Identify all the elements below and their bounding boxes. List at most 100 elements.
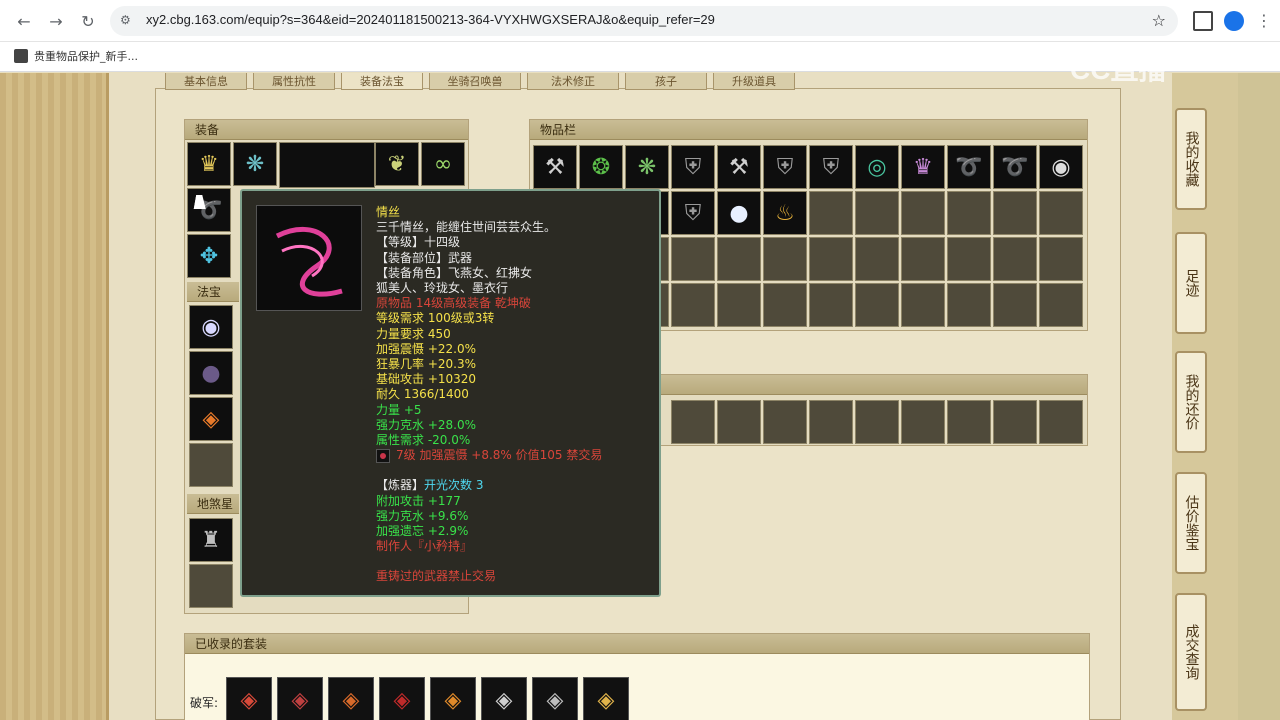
- inventory-slot[interactable]: ◉: [1039, 145, 1083, 189]
- fabao-slot-2[interactable]: ●: [189, 351, 233, 395]
- equip-slot-accessory[interactable]: ✥: [187, 234, 231, 278]
- equip-slot-hat[interactable]: ♛: [187, 142, 231, 186]
- equip-slot-shoes[interactable]: ∞: [421, 142, 465, 186]
- inventory-slot[interactable]: [855, 283, 899, 327]
- inventory-slot[interactable]: ⚒: [533, 145, 577, 189]
- forward-icon[interactable]: →: [44, 9, 68, 33]
- suit-item[interactable]: ◈: [277, 677, 323, 720]
- suit-item[interactable]: ◈: [430, 677, 476, 720]
- inventory-slot[interactable]: [901, 237, 945, 281]
- address-bar[interactable]: ⚙ xy2.cbg.163.com/equip?s=364&eid=202401…: [110, 6, 1178, 36]
- equipment-header: 装备: [185, 120, 468, 140]
- inventory-slot[interactable]: ⛨: [763, 145, 807, 189]
- tab-basic[interactable]: 基本信息: [165, 73, 247, 90]
- back-icon[interactable]: ←: [12, 9, 36, 33]
- bookmark-star-icon[interactable]: ☆: [1152, 11, 1166, 30]
- suit-item[interactable]: ◈: [481, 677, 527, 720]
- equip-slot-necklace[interactable]: ❋: [233, 142, 277, 186]
- reload-icon[interactable]: ↻: [76, 9, 100, 33]
- inventory-slot[interactable]: [901, 191, 945, 235]
- inventory-slot[interactable]: [763, 283, 807, 327]
- profile-avatar[interactable]: [1224, 11, 1244, 31]
- inventory-slot[interactable]: ♛: [901, 145, 945, 189]
- nav-appraisal[interactable]: 估价鉴宝: [1175, 472, 1207, 574]
- inventory-slot[interactable]: [671, 283, 715, 327]
- inventory-slot[interactable]: [901, 283, 945, 327]
- tab-mounts[interactable]: 坐骑召唤兽: [429, 73, 521, 90]
- warehouse-slot[interactable]: [947, 400, 991, 444]
- item-roles-2: 狐美人、玲珑女、墨衣行: [376, 281, 509, 296]
- tab-upgrade-items[interactable]: 升级道具: [713, 73, 795, 90]
- nav-footprints[interactable]: 足迹: [1175, 232, 1207, 334]
- side-panel-icon[interactable]: [1193, 11, 1213, 31]
- helmet-icon: ⛨: [776, 154, 794, 180]
- warehouse-slot[interactable]: [809, 400, 853, 444]
- inventory-slot[interactable]: [763, 237, 807, 281]
- bookmark-item[interactable]: 贵重物品保护_新手...: [14, 48, 138, 64]
- inventory-slot[interactable]: [947, 283, 991, 327]
- warehouse-slot[interactable]: [671, 400, 715, 444]
- url-text[interactable]: xy2.cbg.163.com/equip?s=364&eid=20240118…: [146, 12, 715, 27]
- inventory-slot[interactable]: ◎: [855, 145, 899, 189]
- inventory-slot[interactable]: [947, 237, 991, 281]
- inventory-slot[interactable]: [993, 283, 1037, 327]
- inventory-slot[interactable]: [1039, 283, 1083, 327]
- inventory-slot[interactable]: [809, 191, 853, 235]
- tab-equipment[interactable]: 装备法宝: [341, 73, 423, 90]
- site-info-icon[interactable]: ⚙: [120, 13, 136, 29]
- character-portrait: [279, 142, 375, 188]
- inventory-slot[interactable]: ➰: [993, 145, 1037, 189]
- equip-slot-weapon[interactable]: ➰: [187, 188, 231, 232]
- suit-item[interactable]: ◈: [328, 677, 374, 720]
- inventory-slot[interactable]: [993, 191, 1037, 235]
- inventory-slot[interactable]: ⛨: [809, 145, 853, 189]
- warehouse-slot[interactable]: [855, 400, 899, 444]
- inventory-slot[interactable]: [671, 237, 715, 281]
- suit-item[interactable]: ◈: [532, 677, 578, 720]
- suit-item[interactable]: ◈: [226, 677, 272, 720]
- fabao-slot-1[interactable]: ◉: [189, 305, 233, 349]
- inventory-slot[interactable]: [1039, 237, 1083, 281]
- warehouse-slot[interactable]: [901, 400, 945, 444]
- wreath-icon: ❂: [591, 154, 611, 180]
- warehouse-slot[interactable]: [993, 400, 1037, 444]
- inventory-slot[interactable]: ♨: [763, 191, 807, 235]
- nav-my-favorites[interactable]: 我的收藏: [1175, 108, 1207, 210]
- inventory-slot[interactable]: ❂: [579, 145, 623, 189]
- refine-count: 开光次数 3: [424, 478, 484, 493]
- inventory-slot[interactable]: [855, 191, 899, 235]
- inventory-slot[interactable]: ❋: [625, 145, 669, 189]
- warehouse-slot[interactable]: [763, 400, 807, 444]
- inventory-slot[interactable]: ➰: [947, 145, 991, 189]
- nav-my-counteroffer[interactable]: 我的还价: [1175, 351, 1207, 453]
- suit-item[interactable]: ◈: [379, 677, 425, 720]
- browser-toolbar: ← → ↻ ⚙ xy2.cbg.163.com/equip?s=364&eid=…: [0, 0, 1280, 42]
- tab-spell-correction[interactable]: 法术修正: [527, 73, 619, 90]
- disha-slot-2[interactable]: [189, 564, 233, 608]
- menu-icon[interactable]: ⋮: [1254, 11, 1274, 31]
- warehouse-slot[interactable]: [1039, 400, 1083, 444]
- orb-icon: ◉: [201, 314, 221, 340]
- inventory-slot[interactable]: [947, 191, 991, 235]
- inventory-slot[interactable]: [717, 283, 761, 327]
- suit-item[interactable]: ◈: [583, 677, 629, 720]
- warehouse-slot[interactable]: [717, 400, 761, 444]
- disha-slot-1[interactable]: ♜: [189, 518, 233, 562]
- inventory-slot[interactable]: [809, 237, 853, 281]
- nav-transaction-query[interactable]: 成交查询: [1175, 593, 1207, 711]
- inventory-slot[interactable]: ⛨: [671, 145, 715, 189]
- tab-attributes[interactable]: 属性抗性: [253, 73, 335, 90]
- tab-children[interactable]: 孩子: [625, 73, 707, 90]
- dark-orb-icon: ●: [201, 360, 221, 386]
- fabao-slot-3[interactable]: ◈: [189, 397, 233, 441]
- fabao-slot-4[interactable]: [189, 443, 233, 487]
- equip-slot-belt[interactable]: ❦: [375, 142, 419, 186]
- inventory-slot[interactable]: ●: [717, 191, 761, 235]
- inventory-slot[interactable]: ⚒: [717, 145, 761, 189]
- inventory-slot[interactable]: [1039, 191, 1083, 235]
- inventory-slot[interactable]: [809, 283, 853, 327]
- inventory-slot[interactable]: ⛨: [671, 191, 715, 235]
- inventory-slot[interactable]: [717, 237, 761, 281]
- inventory-slot[interactable]: [993, 237, 1037, 281]
- inventory-slot[interactable]: [855, 237, 899, 281]
